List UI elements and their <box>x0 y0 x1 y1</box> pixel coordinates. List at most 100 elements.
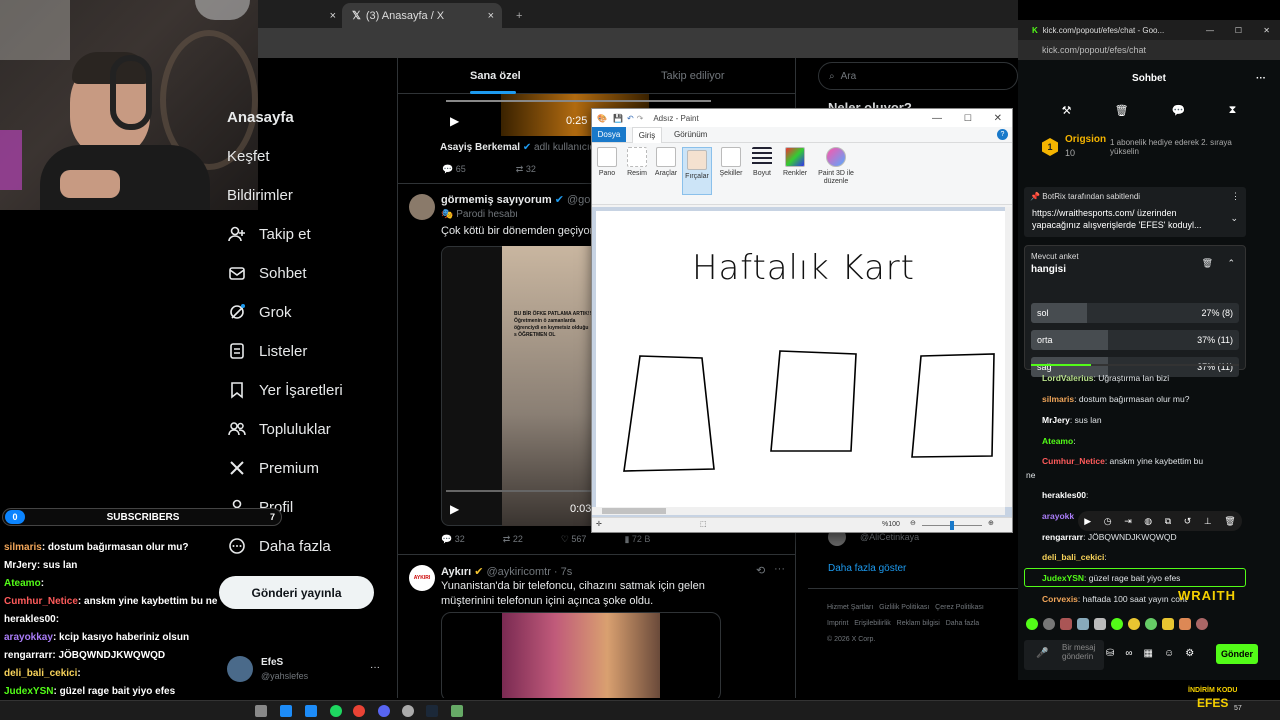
account-avatar[interactable] <box>227 656 253 682</box>
tab-close-icon[interactable]: × <box>488 10 494 22</box>
chat-username[interactable]: herakles00 <box>1042 490 1086 500</box>
grok-analyze-icon[interactable]: ⟲ <box>756 564 765 577</box>
chat-message[interactable]: LordValerius: Uğraştırma lan bizi <box>1042 373 1280 384</box>
speed-icon[interactable]: ⇥ <box>1124 516 1132 527</box>
emote-icon[interactable] <box>1077 618 1089 630</box>
retweet-button[interactable]: ⇄ 22 <box>503 534 523 545</box>
retweet-button[interactable]: ⇄ 32 <box>516 164 536 175</box>
ribbon-brushes[interactable]: Fırçalar <box>682 147 712 195</box>
nav-explore[interactable]: Keşfet <box>227 144 270 168</box>
chat-username[interactable]: Corvexis <box>1042 594 1078 604</box>
emote-icon[interactable] <box>1196 618 1208 630</box>
chat-username[interactable]: MrJery <box>1042 415 1070 425</box>
emote-icon[interactable] <box>1162 618 1174 630</box>
spotify-icon[interactable] <box>330 705 342 717</box>
zoom-slider-thumb[interactable] <box>950 521 954 530</box>
chat-message[interactable]: rengarrarr: JÖBQWNDJKWQWQD <box>1042 532 1280 543</box>
clock-icon[interactable]: ◷ <box>1104 516 1112 527</box>
chat-message[interactable]: herakles00: <box>1042 490 1280 501</box>
mic-icon[interactable]: 🎤 <box>1036 648 1048 659</box>
close-icon[interactable]: ✕ <box>1263 26 1270 35</box>
maximize-icon[interactable]: ☐ <box>964 113 972 124</box>
tab-close-icon[interactable]: × <box>330 10 336 22</box>
globe-icon[interactable]: ◍ <box>1144 516 1152 527</box>
chat-message[interactable]: deli_bali_cekici: <box>1042 552 1280 563</box>
trash-icon[interactable]: 🗑 <box>1202 258 1213 269</box>
gavel-icon[interactable]: ⚒ <box>1062 104 1072 117</box>
ribbon-shapes[interactable]: Şekiller <box>718 147 744 178</box>
paint-taskbar-icon[interactable] <box>451 705 463 717</box>
trash-icon[interactable]: 🗑 <box>1115 104 1129 117</box>
hourglass-icon[interactable]: ⧗ <box>1229 104 1237 117</box>
play-icon[interactable]: ▶ <box>450 502 459 516</box>
store-icon[interactable]: ▦ <box>1144 648 1153 659</box>
taskbar-app-icon[interactable] <box>280 705 292 717</box>
nav-notifications[interactable]: Bildirimler <box>227 183 293 207</box>
ribbon-paint3d[interactable]: Paint 3D ile düzenle <box>814 147 858 186</box>
tab-file[interactable]: Dosya <box>592 127 626 142</box>
close-icon[interactable]: ✕ <box>994 113 1002 124</box>
poll-option[interactable]: orta 37% (11) <box>1031 330 1239 350</box>
tab-view[interactable]: Görünüm <box>674 130 707 139</box>
new-tab-button[interactable]: + <box>506 3 526 28</box>
tab-following[interactable]: Takip ediliyor <box>661 70 725 82</box>
emote-icon[interactable] <box>1094 618 1106 630</box>
redo-icon[interactable]: ↷ <box>637 114 644 123</box>
emote-icon[interactable] <box>1111 618 1123 630</box>
poll-option[interactable]: sol 27% (8) <box>1031 303 1239 323</box>
minimize-icon[interactable]: — <box>1206 26 1214 35</box>
gear-icon[interactable]: ⚙ <box>1185 648 1194 659</box>
taskbar-app-icon[interactable] <box>305 705 317 717</box>
ribbon-size[interactable]: Boyut <box>750 147 774 178</box>
tab-previous[interactable]: × <box>258 3 342 28</box>
gift-user[interactable]: Origsion <box>1065 134 1106 145</box>
taskbar-app-icon[interactable] <box>402 705 414 717</box>
chat-bubble-icon[interactable]: 💬 <box>1172 104 1186 117</box>
nav-premium[interactable]: Premium <box>227 456 319 480</box>
post-button[interactable]: Gönderi yayınla <box>219 576 374 609</box>
nav-grok[interactable]: Grok <box>227 300 292 324</box>
infinity-icon[interactable]: ∞ <box>1125 648 1132 659</box>
chat-username[interactable]: Cumhur_Netice <box>1042 456 1105 466</box>
chat-username[interactable]: arayokk <box>1042 511 1074 521</box>
video-progress[interactable] <box>446 490 596 492</box>
nav-follow[interactable]: Takip et <box>227 222 311 246</box>
play-icon[interactable]: ▶ <box>450 114 459 128</box>
send-button[interactable]: Gönder <box>1216 644 1258 664</box>
tab-home[interactable]: Giriş <box>632 127 662 143</box>
chat-window-titlebar[interactable]: K kick.com/popout/efes/chat - Goo... — ☐… <box>1018 20 1280 40</box>
views-button[interactable]: ▮ 72 B <box>624 534 650 545</box>
nav-chat[interactable]: Sohbet <box>227 261 307 285</box>
help-icon[interactable]: ? <box>997 129 1008 140</box>
minimize-icon[interactable]: — <box>932 113 942 124</box>
ribbon-image[interactable]: Resim <box>624 147 650 178</box>
show-more-link[interactable]: Daha fazla göster <box>828 563 906 574</box>
zoom-in-icon[interactable]: ⊕ <box>988 519 994 527</box>
chat-more-button[interactable]: ··· <box>1256 73 1266 84</box>
paint-window[interactable]: 🎨 💾 ↶ ↷ Adsız - Paint — ☐ ✕ Dosya Giriş … <box>591 108 1013 533</box>
maximize-icon[interactable]: ☐ <box>1235 26 1242 35</box>
footer-link[interactable]: Çerez Politikası <box>935 604 984 611</box>
discord-icon[interactable] <box>378 705 390 717</box>
horizontal-scrollbar[interactable] <box>592 507 1005 515</box>
footer-link[interactable]: Reklam bilgisi <box>897 620 940 627</box>
chat-username[interactable]: silmaris <box>1042 394 1074 404</box>
chat-message[interactable]: Cumhur_Netice: anskm yine kaybettim bu <box>1042 456 1280 467</box>
emoji-icon[interactable]: ☺ <box>1164 648 1174 659</box>
footer-link[interactable]: Gizlilik Politikası <box>879 604 929 611</box>
footer-link[interactable]: Erişilebilirlik <box>854 620 891 627</box>
pinned-more-button[interactable]: ⋮ <box>1231 191 1240 202</box>
tweet-author[interactable]: görmemiş sayıyorum ✔ @gorm <box>441 193 603 206</box>
chat-input[interactable]: 🎤 Bir mesaj gönderin <box>1024 640 1104 670</box>
play-icon[interactable]: ▶ <box>1084 516 1091 527</box>
chat-username[interactable]: rengarrarr <box>1042 532 1083 542</box>
author-avatar[interactable] <box>409 194 435 220</box>
tab-x-home[interactable]: 𝕏 (3) Anasayfa / X × <box>342 3 502 28</box>
copy-icon[interactable]: ⧉ <box>1165 516 1171 527</box>
people-icon[interactable]: ⛁ <box>1106 648 1114 659</box>
chat-username[interactable]: LordValerius <box>1042 373 1094 383</box>
emote-icon[interactable] <box>1128 618 1140 630</box>
trash-icon[interactable]: 🗑 <box>1224 516 1235 527</box>
tweet-more-button[interactable]: ··· <box>774 563 785 575</box>
vertical-scrollbar[interactable] <box>1005 207 1012 507</box>
